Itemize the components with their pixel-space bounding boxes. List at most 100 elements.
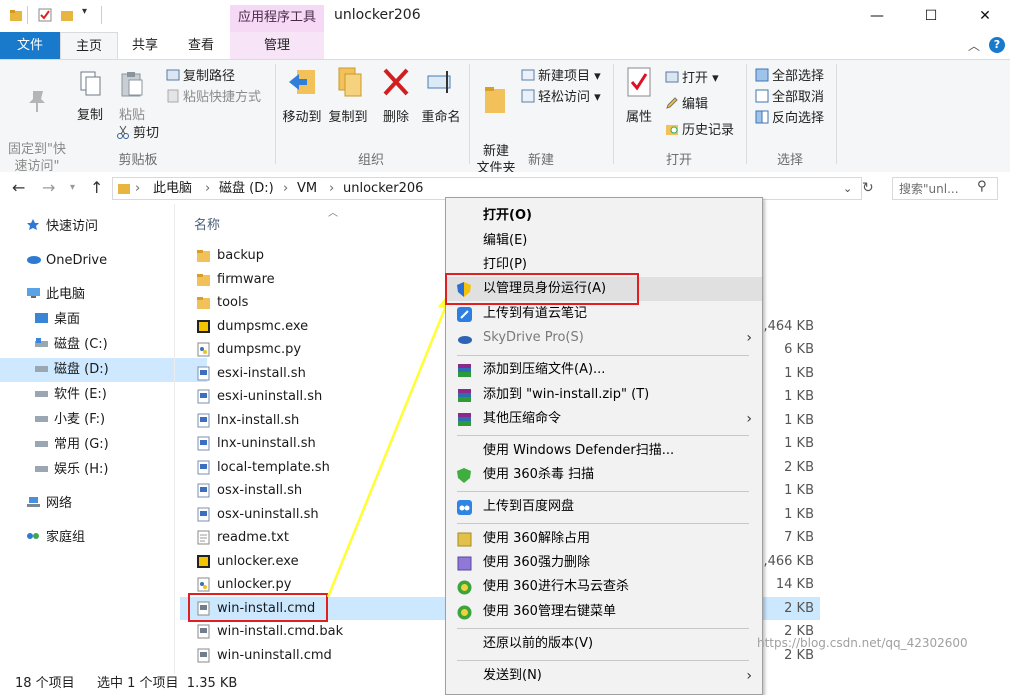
- column-header-name[interactable]: 名称: [194, 214, 220, 233]
- cut-button[interactable]: 剪切: [116, 123, 159, 144]
- address-dropdown-icon[interactable]: ⌄: [843, 178, 852, 199]
- file-name: win-install.cmd.bak: [217, 624, 344, 639]
- menu-360-shred[interactable]: 使用 360强力删除: [446, 551, 762, 575]
- menu-add-zip[interactable]: 添加到 "win-install.zip" (T): [446, 383, 762, 407]
- clipboard-group-label: 剪贴板: [118, 153, 158, 168]
- menu-defender[interactable]: 使用 Windows Defender扫描...: [446, 439, 762, 463]
- nav-drive-e-label: 软件 (E:): [54, 387, 107, 402]
- winrar-icon: [457, 363, 472, 378]
- easy-access-icon: [521, 89, 535, 103]
- move-to-button[interactable]: 移动到: [280, 66, 324, 126]
- menu-send-to-label: 发送到(N): [483, 668, 542, 683]
- qat-divider: [27, 6, 28, 24]
- menu-360-menu-manager[interactable]: 使用 360管理右键菜单: [446, 600, 762, 624]
- new-item-button[interactable]: 新建项目 ▾: [521, 66, 601, 87]
- minimize-button[interactable]: —: [854, 0, 900, 32]
- tab-file[interactable]: 文件: [0, 32, 60, 59]
- menu-edit[interactable]: 编辑(E): [446, 229, 762, 253]
- nav-drive-e[interactable]: 软件 (E:): [0, 383, 207, 407]
- copy-button[interactable]: 复制: [72, 70, 108, 124]
- breadcrumb-drive-d[interactable]: 磁盘 (D:): [219, 178, 274, 199]
- tab-home[interactable]: 主页: [60, 32, 118, 60]
- menu-separator: [457, 523, 749, 524]
- breadcrumb-vm[interactable]: VM: [297, 178, 317, 199]
- sh-file-icon: [197, 436, 210, 451]
- ribbon-separator: [836, 64, 837, 164]
- back-arrow-icon[interactable]: ←: [12, 178, 25, 197]
- qat-dropdown-icon[interactable]: ▾: [82, 6, 87, 17]
- copy-to-button[interactable]: 复制到: [326, 66, 370, 126]
- folder-icon: [197, 295, 210, 310]
- edit-icon: [665, 96, 679, 110]
- nav-network[interactable]: 网络: [0, 492, 199, 516]
- nav-drive-f[interactable]: 小麦 (F:): [0, 408, 207, 432]
- copy-path-button[interactable]: 复制路径: [166, 66, 235, 87]
- tab-manage[interactable]: 管理: [230, 32, 324, 59]
- collapse-ribbon-icon[interactable]: ︿: [968, 37, 980, 54]
- refresh-icon[interactable]: ↻: [862, 177, 880, 200]
- menu-restore-versions[interactable]: 还原以前的版本(V): [446, 632, 762, 656]
- pin-quick-access-button[interactable]: 固定到"快 速访问": [4, 70, 70, 175]
- menu-other-compress[interactable]: 其他压缩命令 ›: [446, 407, 762, 431]
- nav-quick-access[interactable]: 快速访问: [0, 215, 199, 239]
- nav-this-pc[interactable]: 此电脑: [0, 283, 199, 307]
- menu-send-to[interactable]: 发送到(N) ›: [446, 664, 762, 688]
- menu-baidu[interactable]: 上传到百度网盘: [446, 495, 762, 519]
- delete-button[interactable]: 删除: [378, 66, 414, 126]
- properties-button[interactable]: 属性: [619, 66, 659, 126]
- invert-selection-button[interactable]: 反向选择: [755, 108, 824, 129]
- new-folder-qat-icon[interactable]: [60, 8, 74, 22]
- recent-locations-icon[interactable]: ▾: [70, 182, 75, 193]
- search-box[interactable]: 搜索"unl... ⚲: [892, 177, 998, 200]
- up-arrow-icon[interactable]: ↑: [90, 178, 103, 197]
- select-none-button[interactable]: 全部取消: [755, 87, 824, 108]
- forward-arrow-icon[interactable]: →: [42, 178, 55, 197]
- menu-restore-versions-label: 还原以前的版本(V): [483, 636, 594, 651]
- rename-label: 重命名: [421, 110, 461, 125]
- tab-share[interactable]: 共享: [117, 32, 173, 59]
- nav-desktop[interactable]: 桌面: [0, 308, 207, 332]
- breadcrumb-unlocker[interactable]: unlocker206: [343, 178, 423, 199]
- paste-button[interactable]: 粘贴: [112, 70, 152, 124]
- menu-360-trojan[interactable]: 使用 360进行木马云查杀: [446, 575, 762, 599]
- search-icon[interactable]: ⚲: [977, 179, 987, 194]
- menu-360-unlock[interactable]: 使用 360解除占用: [446, 527, 762, 551]
- 360-shred-icon: [457, 556, 472, 571]
- menu-skydrive[interactable]: SkyDrive Pro(S) ›: [446, 326, 762, 350]
- sh-file-icon: [197, 483, 210, 498]
- nav-onedrive[interactable]: OneDrive: [0, 249, 199, 273]
- select-all-button[interactable]: 全部选择: [755, 66, 824, 87]
- breadcrumb-this-pc[interactable]: 此电脑: [153, 178, 192, 199]
- menu-open[interactable]: 打开(O): [446, 204, 762, 228]
- breadcrumb-separator: ›: [283, 181, 289, 196]
- paste-shortcut-button[interactable]: 粘贴快捷方式: [166, 87, 261, 108]
- nav-drive-d[interactable]: 磁盘 (D:): [0, 358, 207, 382]
- properties-qat-icon[interactable]: [38, 8, 52, 22]
- nav-drive-h[interactable]: 娱乐 (H:): [0, 458, 207, 482]
- tab-view[interactable]: 查看: [173, 32, 229, 59]
- edit-button[interactable]: 编辑: [665, 94, 708, 115]
- drive-icon: [34, 459, 49, 472]
- file-size: 1 KB: [784, 483, 814, 498]
- close-button[interactable]: ✕: [962, 0, 1008, 32]
- nav-drive-c[interactable]: 磁盘 (C:): [0, 333, 207, 357]
- menu-separator: [457, 660, 749, 661]
- nav-homegroup-label: 家庭组: [46, 530, 86, 545]
- maximize-button[interactable]: ☐: [908, 0, 954, 32]
- rename-button[interactable]: 重命名: [418, 66, 464, 126]
- cmd-file-icon: [197, 624, 210, 639]
- nav-onedrive-label: OneDrive: [46, 253, 108, 268]
- nav-homegroup[interactable]: 家庭组: [0, 526, 199, 550]
- file-size: 7 KB: [784, 530, 814, 545]
- open-button[interactable]: 打开 ▾: [665, 68, 719, 89]
- easy-access-button[interactable]: 轻松访问 ▾: [521, 87, 601, 108]
- menu-add-archive[interactable]: 添加到压缩文件(A)...: [446, 358, 762, 382]
- history-button[interactable]: 历史记录: [665, 120, 734, 141]
- paste-shortcut-icon: [166, 89, 180, 103]
- menu-360-scan[interactable]: 使用 360杀毒 扫描: [446, 463, 762, 487]
- ribbon-separator: [275, 64, 276, 164]
- scissors-icon: [116, 125, 130, 139]
- help-icon[interactable]: ?: [989, 37, 1005, 53]
- nav-drive-g[interactable]: 常用 (G:): [0, 433, 207, 457]
- menu-youdao[interactable]: 上传到有道云笔记: [446, 302, 762, 326]
